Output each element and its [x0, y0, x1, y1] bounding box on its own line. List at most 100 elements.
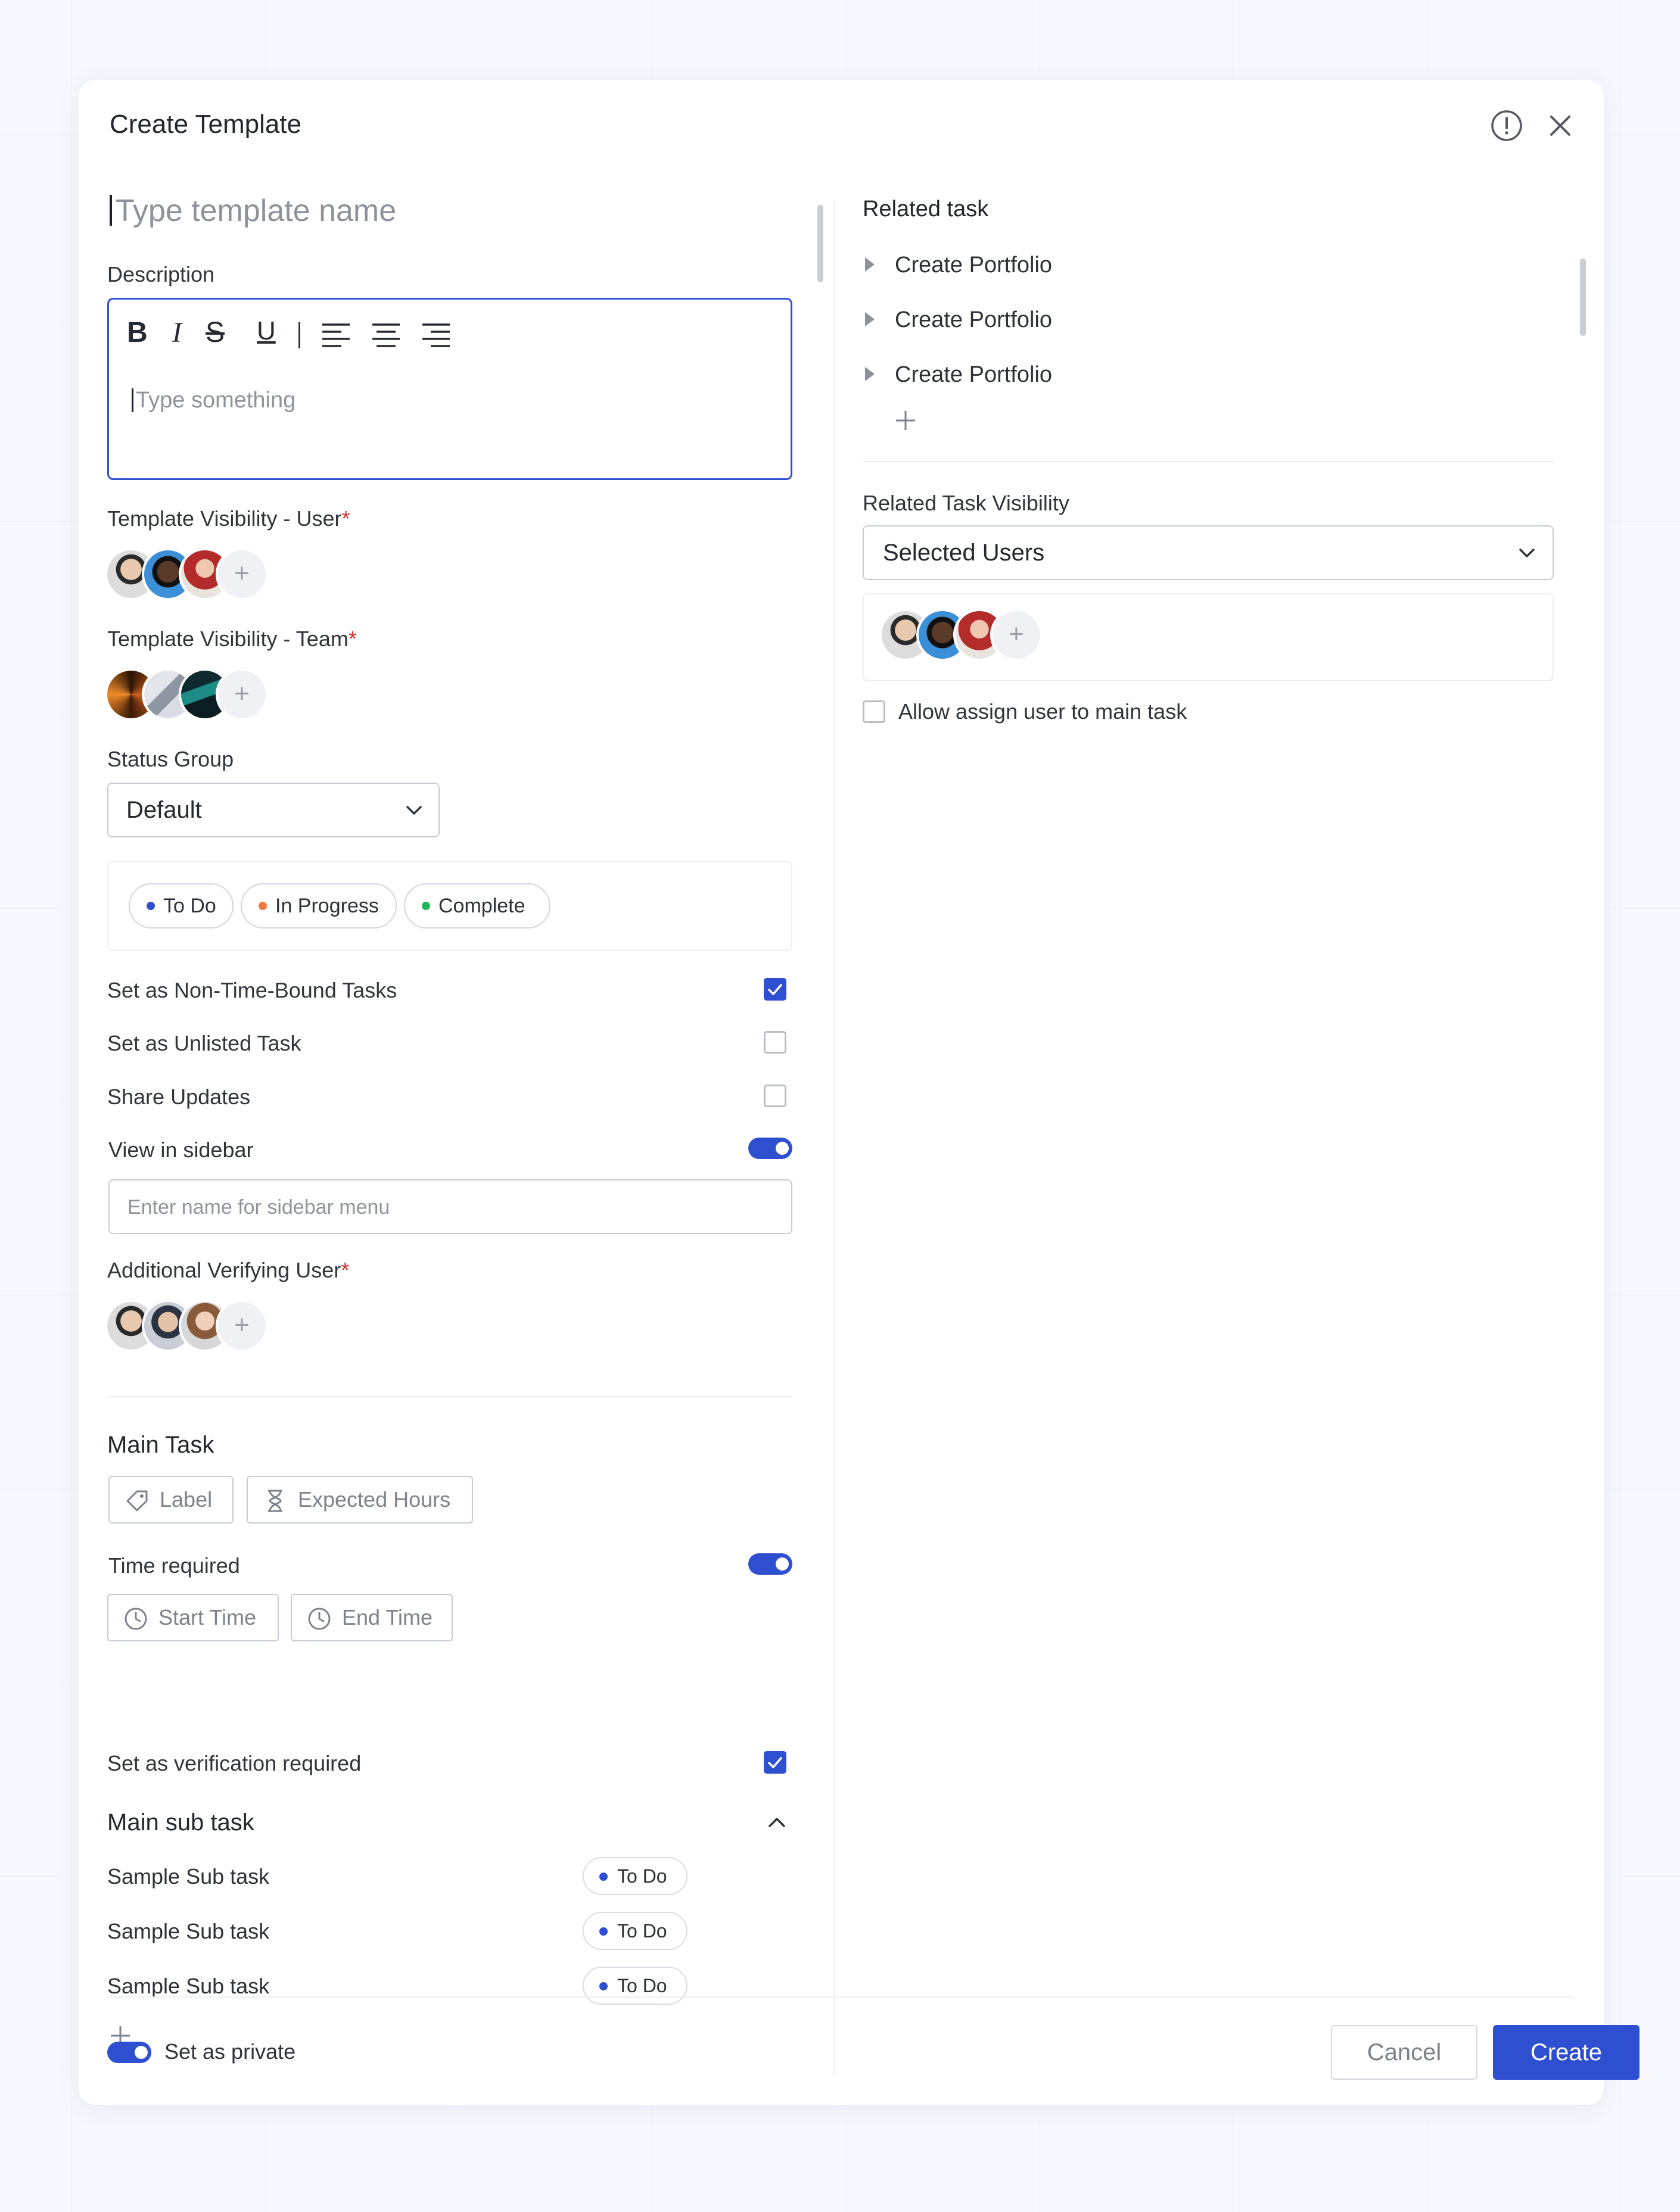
- align-right-icon[interactable]: [421, 322, 451, 348]
- related-task-item[interactable]: Create Portfolio: [895, 307, 1052, 333]
- label-button-text: Label: [160, 1487, 213, 1512]
- sub-task-status-label: To Do: [617, 1920, 667, 1942]
- status-pill-label: Complete: [438, 895, 525, 917]
- visibility-team-avatars: +: [105, 668, 284, 725]
- visibility-user-avatars: +: [105, 548, 284, 605]
- dialog-title: Create Template: [110, 110, 302, 139]
- verifying-user-avatars: +: [105, 1300, 284, 1357]
- chevron-down-icon: [406, 806, 422, 815]
- verification-required-label: Set as verification required: [107, 1751, 362, 1775]
- related-visibility-select[interactable]: Selected Users: [863, 525, 1554, 580]
- visibility-user-label: Template Visibility - User*: [107, 506, 350, 531]
- label-button[interactable]: Label: [108, 1476, 234, 1524]
- start-time-text: Start Time: [158, 1605, 257, 1630]
- right-scrollbar[interactable]: [1580, 258, 1586, 336]
- sub-task-status-label: To Do: [617, 1975, 667, 1996]
- footer-divider: [107, 1996, 1575, 1998]
- sub-task-status[interactable]: To Do: [583, 1857, 687, 1895]
- share-updates-checkbox[interactable]: [764, 1085, 786, 1107]
- sub-task-status[interactable]: To Do: [583, 1912, 687, 1950]
- verifying-user-label-text: Additional Verifying User: [107, 1258, 341, 1282]
- left-scrollbar[interactable]: [817, 205, 823, 282]
- chevron-up-icon[interactable]: [765, 1811, 789, 1834]
- editor-placeholder: Type something: [132, 388, 295, 413]
- add-team-button[interactable]: +: [216, 668, 268, 721]
- add-related-user-button[interactable]: +: [990, 609, 1043, 661]
- non-time-bound-checkbox[interactable]: [764, 978, 786, 1001]
- section-divider: [107, 1396, 792, 1397]
- info-icon[interactable]: [1491, 110, 1523, 142]
- end-time-text: End Time: [342, 1605, 433, 1630]
- sub-task-status[interactable]: To Do: [583, 1967, 687, 2005]
- time-required-toggle[interactable]: [748, 1553, 792, 1575]
- section-divider: [863, 461, 1554, 462]
- status-pill-label: To Do: [163, 895, 216, 917]
- status-list-panel: To Do In Progress Complete: [107, 861, 792, 951]
- expected-hours-button[interactable]: Expected Hours: [247, 1476, 473, 1524]
- visibility-user-label-text: Template Visibility - User: [107, 506, 342, 531]
- align-center-icon[interactable]: [371, 322, 401, 348]
- required-marker: *: [348, 627, 357, 651]
- sub-task-status-label: To Do: [617, 1865, 667, 1887]
- expand-caret-icon[interactable]: [865, 257, 875, 272]
- expand-caret-icon[interactable]: [865, 312, 875, 326]
- start-time-button[interactable]: Start Time: [107, 1594, 279, 1641]
- set-private-label: Set as private: [164, 2039, 296, 2064]
- visibility-team-label-text: Template Visibility - Team: [107, 627, 349, 651]
- main-sub-task-title: Main sub task: [107, 1809, 254, 1836]
- create-button[interactable]: Create: [1493, 2025, 1639, 2080]
- text-caret: [110, 195, 112, 226]
- chevron-down-icon: [1519, 549, 1535, 557]
- expand-caret-icon[interactable]: [865, 367, 875, 381]
- status-dot: [599, 1927, 608, 1936]
- cancel-button[interactable]: Cancel: [1331, 2025, 1477, 2080]
- status-dot: [422, 902, 430, 910]
- status-group-select[interactable]: Default: [107, 783, 440, 837]
- main-task-title: Main Task: [107, 1432, 214, 1458]
- close-icon[interactable]: [1544, 110, 1576, 142]
- align-left-icon[interactable]: [321, 322, 351, 348]
- italic-icon[interactable]: I: [172, 316, 182, 349]
- status-dot: [147, 902, 155, 910]
- non-time-bound-label: Set as Non-Time-Bound Tasks: [107, 978, 397, 1002]
- related-task-item[interactable]: Create Portfolio: [895, 362, 1052, 388]
- set-private-toggle[interactable]: [107, 2042, 151, 2063]
- required-marker: *: [341, 506, 350, 531]
- related-task-item[interactable]: Create Portfolio: [895, 253, 1052, 278]
- time-required-label: Time required: [108, 1553, 240, 1578]
- related-visibility-label: Related Task Visibility: [863, 491, 1069, 515]
- status-pill-in-progress[interactable]: In Progress: [241, 883, 397, 929]
- status-pill-complete[interactable]: Complete: [404, 883, 550, 929]
- allow-assign-checkbox[interactable]: [863, 700, 885, 723]
- editor-placeholder-text: Type something: [136, 388, 296, 413]
- strikethrough-icon[interactable]: S: [206, 316, 225, 349]
- related-visibility-value: Selected Users: [883, 540, 1045, 566]
- bold-icon[interactable]: B: [127, 316, 148, 349]
- view-in-sidebar-toggle[interactable]: [748, 1138, 792, 1159]
- editor-caret: [132, 388, 133, 412]
- add-related-task-icon[interactable]: [894, 409, 917, 432]
- related-task-title: Related task: [863, 197, 989, 222]
- create-template-dialog: Create Template Type template name Descr…: [79, 80, 1639, 2105]
- sub-task-name: Sample Sub task: [107, 1919, 270, 1943]
- unlisted-task-checkbox[interactable]: [764, 1031, 786, 1054]
- end-time-button[interactable]: End Time: [291, 1594, 453, 1641]
- description-editor[interactable]: B I S U Type something: [107, 298, 792, 480]
- add-user-button[interactable]: +: [216, 548, 268, 600]
- toolbar-divider: [298, 322, 300, 348]
- underline-icon[interactable]: U: [257, 316, 276, 346]
- tag-icon: [126, 1490, 148, 1512]
- template-name-input[interactable]: Type template name: [110, 193, 396, 229]
- column-divider: [834, 199, 835, 2075]
- unlisted-task-label: Set as Unlisted Task: [107, 1031, 301, 1055]
- status-pill-todo[interactable]: To Do: [129, 883, 234, 929]
- verification-required-checkbox[interactable]: [764, 1751, 786, 1774]
- status-group-label: Status Group: [107, 747, 234, 771]
- sidebar-name-input[interactable]: Enter name for sidebar menu: [108, 1179, 792, 1234]
- clock-icon: [125, 1607, 147, 1630]
- check-icon: [768, 1757, 782, 1768]
- add-verifying-user-button[interactable]: +: [216, 1300, 268, 1352]
- status-dot: [599, 1873, 608, 1881]
- sub-task-name: Sample Sub task: [107, 1974, 270, 1998]
- status-pill-label: In Progress: [275, 895, 379, 917]
